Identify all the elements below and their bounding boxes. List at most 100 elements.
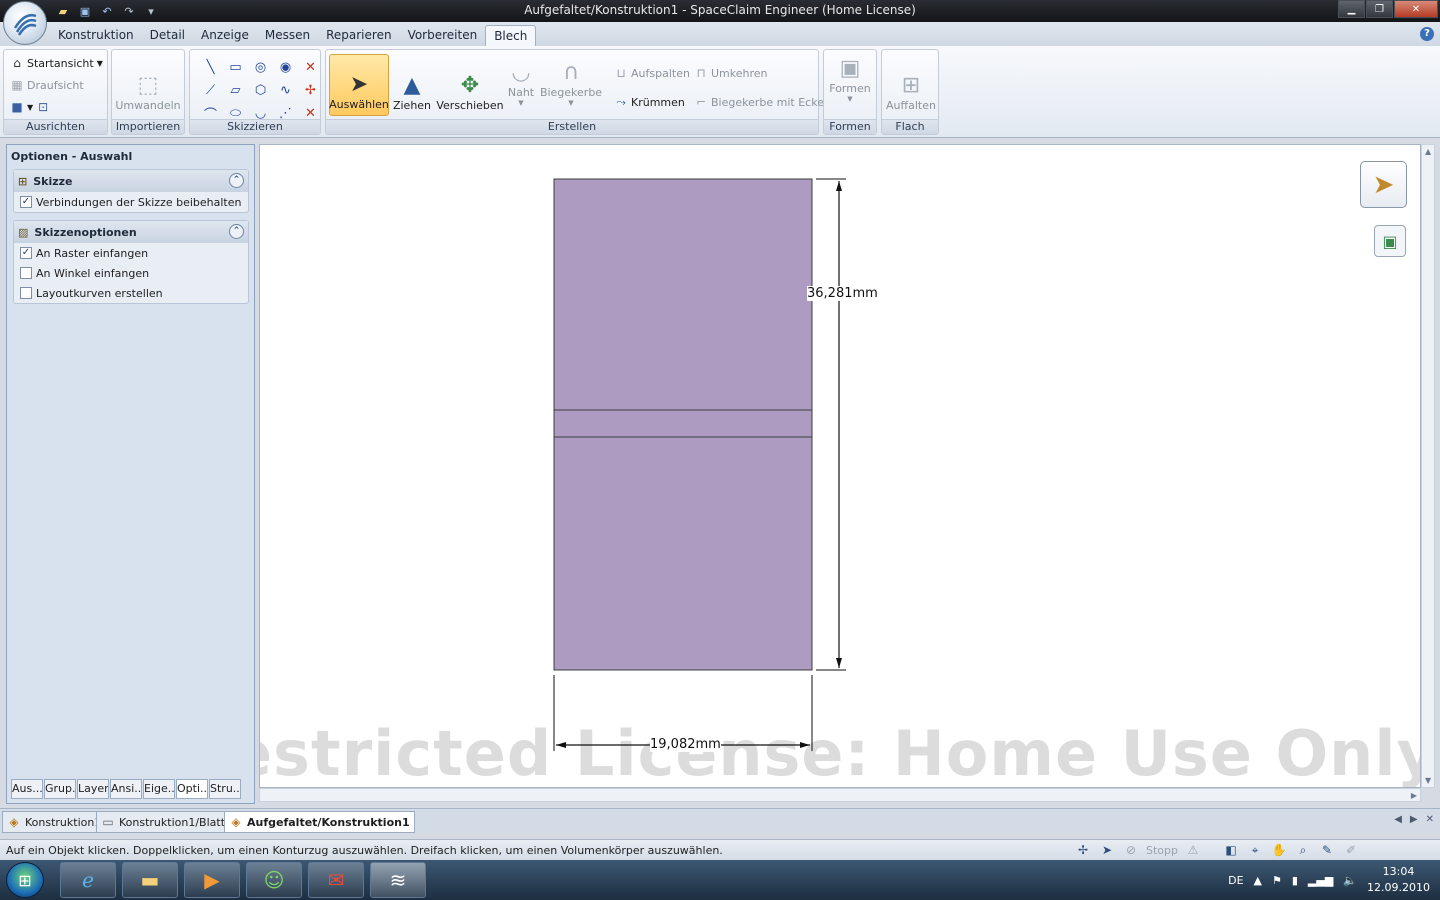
close-document-icon[interactable]: ✕ <box>1426 814 1434 825</box>
unfolded-part[interactable] <box>553 178 813 671</box>
biegekerbe-button[interactable]: ∩ Biegekerbe ▼ <box>540 54 602 116</box>
checkbox-an-raster[interactable]: ✓ <box>20 247 32 259</box>
tab-vorbereiten[interactable]: Vorbereiten <box>400 25 486 46</box>
select-mode-icon[interactable]: ➤ <box>1360 161 1407 208</box>
checkbox-layoutkurven[interactable] <box>20 287 32 299</box>
option-an-winkel[interactable]: An Winkel einfangen <box>14 263 248 283</box>
taskbar-mail[interactable]: ✉ <box>308 862 364 898</box>
language-indicator[interactable]: DE <box>1228 874 1243 887</box>
panel-tab-layer[interactable]: Layer <box>77 779 109 799</box>
pointer-icon[interactable]: ➤ <box>1098 841 1116 859</box>
help-icon[interactable]: ? <box>1420 27 1434 41</box>
tab-prev-icon[interactable]: ◀ <box>1394 814 1402 825</box>
line-tool-icon[interactable]: ╲ <box>198 56 223 79</box>
circle-3point-tool-icon[interactable]: ◉ <box>273 56 298 79</box>
design-canvas[interactable]: estricted License: Home Use Only 36,281m… <box>259 144 1421 788</box>
panel-tab-optionen[interactable]: Opti... <box>176 779 208 799</box>
option-an-raster[interactable]: ✓ An Raster einfangen <box>14 243 248 263</box>
panel-tab-gruppen[interactable]: Grup... <box>44 779 76 799</box>
draufsicht-button[interactable]: ▦ Draufsicht <box>10 76 84 94</box>
panel-tab-ansichten[interactable]: Ansi... <box>110 779 142 799</box>
taskbar-media-player[interactable]: ▶ <box>184 862 240 898</box>
collapse-icon[interactable]: ⌃ <box>229 224 244 239</box>
doc-tab-konstruktion1[interactable]: ◈ Konstruktion1 <box>2 811 107 833</box>
scroll-up-icon[interactable]: ▲ <box>1425 147 1431 156</box>
doc-tab-aufgefaltet[interactable]: ◈ Aufgefaltet/Konstruktion1 <box>224 811 415 833</box>
maximize-button[interactable]: ❐ <box>1366 0 1393 18</box>
action-center-icon[interactable]: ⚑ <box>1272 874 1282 887</box>
clock[interactable]: 13:04 12.09.2010 <box>1367 864 1430 896</box>
doc-tab-blatt1[interactable]: ▭ Konstruktion1/Blatt 1 <box>96 811 241 833</box>
view-orientation-icon[interactable]: ◧ <box>1222 841 1240 859</box>
rectangle-tool-icon[interactable]: ▭ <box>223 56 248 79</box>
verschieben-button[interactable]: ✥ Verschieben <box>436 54 504 116</box>
ziehen-button[interactable]: ▲ Ziehen <box>392 54 432 116</box>
umkehren-button[interactable]: ⊓ Umkehren <box>694 64 767 82</box>
close-button[interactable]: ✕ <box>1394 0 1438 18</box>
tab-messen[interactable]: Messen <box>257 25 318 46</box>
tab-next-icon[interactable]: ▶ <box>1410 814 1418 825</box>
taskbar-messenger[interactable]: ☺ <box>246 862 302 898</box>
tab-blech[interactable]: Blech <box>485 25 537 46</box>
taskbar-internet-explorer[interactable]: ℯ <box>60 862 116 898</box>
volume-icon[interactable]: 🔈 <box>1343 874 1357 887</box>
sketch-mode-icon[interactable]: ✎ <box>1318 841 1336 859</box>
width-dimension-label[interactable]: 19,082mm <box>650 737 721 752</box>
trim-tool-icon[interactable]: ✕ <box>298 56 323 79</box>
auswaehlen-button[interactable]: ➤ Auswählen <box>329 54 389 116</box>
sketch-plane-icon[interactable]: ⌖ <box>1246 841 1264 859</box>
selection-filter-icon[interactable]: ✢ <box>1074 841 1092 859</box>
option-verbindungen[interactable]: ✓ Verbindungen der Skizze beibehalten <box>14 192 248 212</box>
biegekerbe-mit-ecke-button[interactable]: ⌐ Biegekerbe mit Ecke <box>694 93 824 111</box>
network-icon[interactable]: ▂▄▆ <box>1308 874 1333 887</box>
auffalten-button[interactable]: ⊞ Auffalten <box>885 54 937 116</box>
panel-tab-struktur[interactable]: Stru... <box>209 779 241 799</box>
spline-tool-icon[interactable]: ∿ <box>273 79 298 102</box>
checkbox-verbindungen[interactable]: ✓ <box>20 196 32 208</box>
annotation-icon[interactable]: ✐ <box>1342 841 1360 859</box>
status-message: Auf ein Objekt klicken. Doppelklicken, u… <box>6 844 723 857</box>
naht-button[interactable]: ◡ Naht ▼ <box>506 54 536 116</box>
option-layoutkurven[interactable]: Layoutkurven erstellen <box>14 283 248 303</box>
tab-konstruktion[interactable]: Konstruktion <box>50 25 142 46</box>
vertical-scrollbar[interactable]: ▲ ▼ <box>1421 144 1435 788</box>
startansicht-button[interactable]: ⌂ Startansicht ▼ <box>10 54 103 72</box>
taskbar-explorer[interactable]: ▬ <box>122 862 178 898</box>
circle-tool-icon[interactable]: ◎ <box>248 56 273 79</box>
minimize-button[interactable]: ▁ <box>1338 0 1365 18</box>
pan-hand-icon[interactable]: ✋ <box>1270 841 1288 859</box>
scroll-down-icon[interactable]: ▼ <box>1425 776 1431 785</box>
formen-button[interactable]: ▣ Formen ▼ <box>826 54 874 116</box>
collapse-icon[interactable]: ⌃ <box>229 173 244 188</box>
kruemmen-button[interactable]: ⤳ Krümmen <box>614 93 685 111</box>
draufsicht-label: Draufsicht <box>27 78 84 92</box>
view-cube-button[interactable]: ■ ▼ ⊡ <box>10 98 50 116</box>
power-icon[interactable]: ▮ <box>1292 874 1298 887</box>
umwandeln-button[interactable]: ⬚ Umwandeln <box>115 54 180 116</box>
three-point-rectangle-tool-icon[interactable]: ▱ <box>223 79 248 102</box>
scroll-right-icon[interactable]: ▶ <box>1411 791 1417 800</box>
taskbar-spaceclaim[interactable]: ≋ <box>370 862 426 898</box>
group-label-flach: Flach <box>882 119 938 134</box>
app-menu-button[interactable] <box>3 1 47 45</box>
start-button[interactable]: ⊞ <box>6 862 44 898</box>
height-dimension-label[interactable]: 36,281mm <box>807 286 878 301</box>
checkbox-an-winkel[interactable] <box>20 267 32 279</box>
group-label-importieren: Importieren <box>112 119 184 134</box>
panel-tab-auswahl[interactable]: Aus... <box>11 779 43 799</box>
tab-detail[interactable]: Detail <box>142 25 193 46</box>
panel-tab-eigenschaften[interactable]: Eige... <box>143 779 175 799</box>
section-header-skizzenoptionen[interactable]: ▨ Skizzenoptionen ⌃ <box>14 221 248 243</box>
tab-reparieren[interactable]: Reparieren <box>318 25 399 46</box>
polygon-tool-icon[interactable]: ⬡ <box>248 79 273 102</box>
tangent-line-tool-icon[interactable]: ⟋ <box>198 79 223 102</box>
show-hidden-icons-icon[interactable]: ▲ <box>1254 874 1262 887</box>
component-icon[interactable]: ▣ <box>1374 225 1406 257</box>
horizontal-scrollbar[interactable]: ▶ <box>259 788 1421 802</box>
split-curve-tool-icon[interactable]: ✢ <box>298 79 323 102</box>
group-flach: ⊞ Auffalten Flach <box>881 49 939 135</box>
section-header-skizze[interactable]: ⊞ Skizze ⌃ <box>14 170 248 192</box>
tab-anzeige[interactable]: Anzeige <box>193 25 257 46</box>
zoom-icon[interactable]: ⌕ <box>1294 841 1312 859</box>
aufspalten-button[interactable]: ⊔ Aufspalten <box>614 64 690 82</box>
